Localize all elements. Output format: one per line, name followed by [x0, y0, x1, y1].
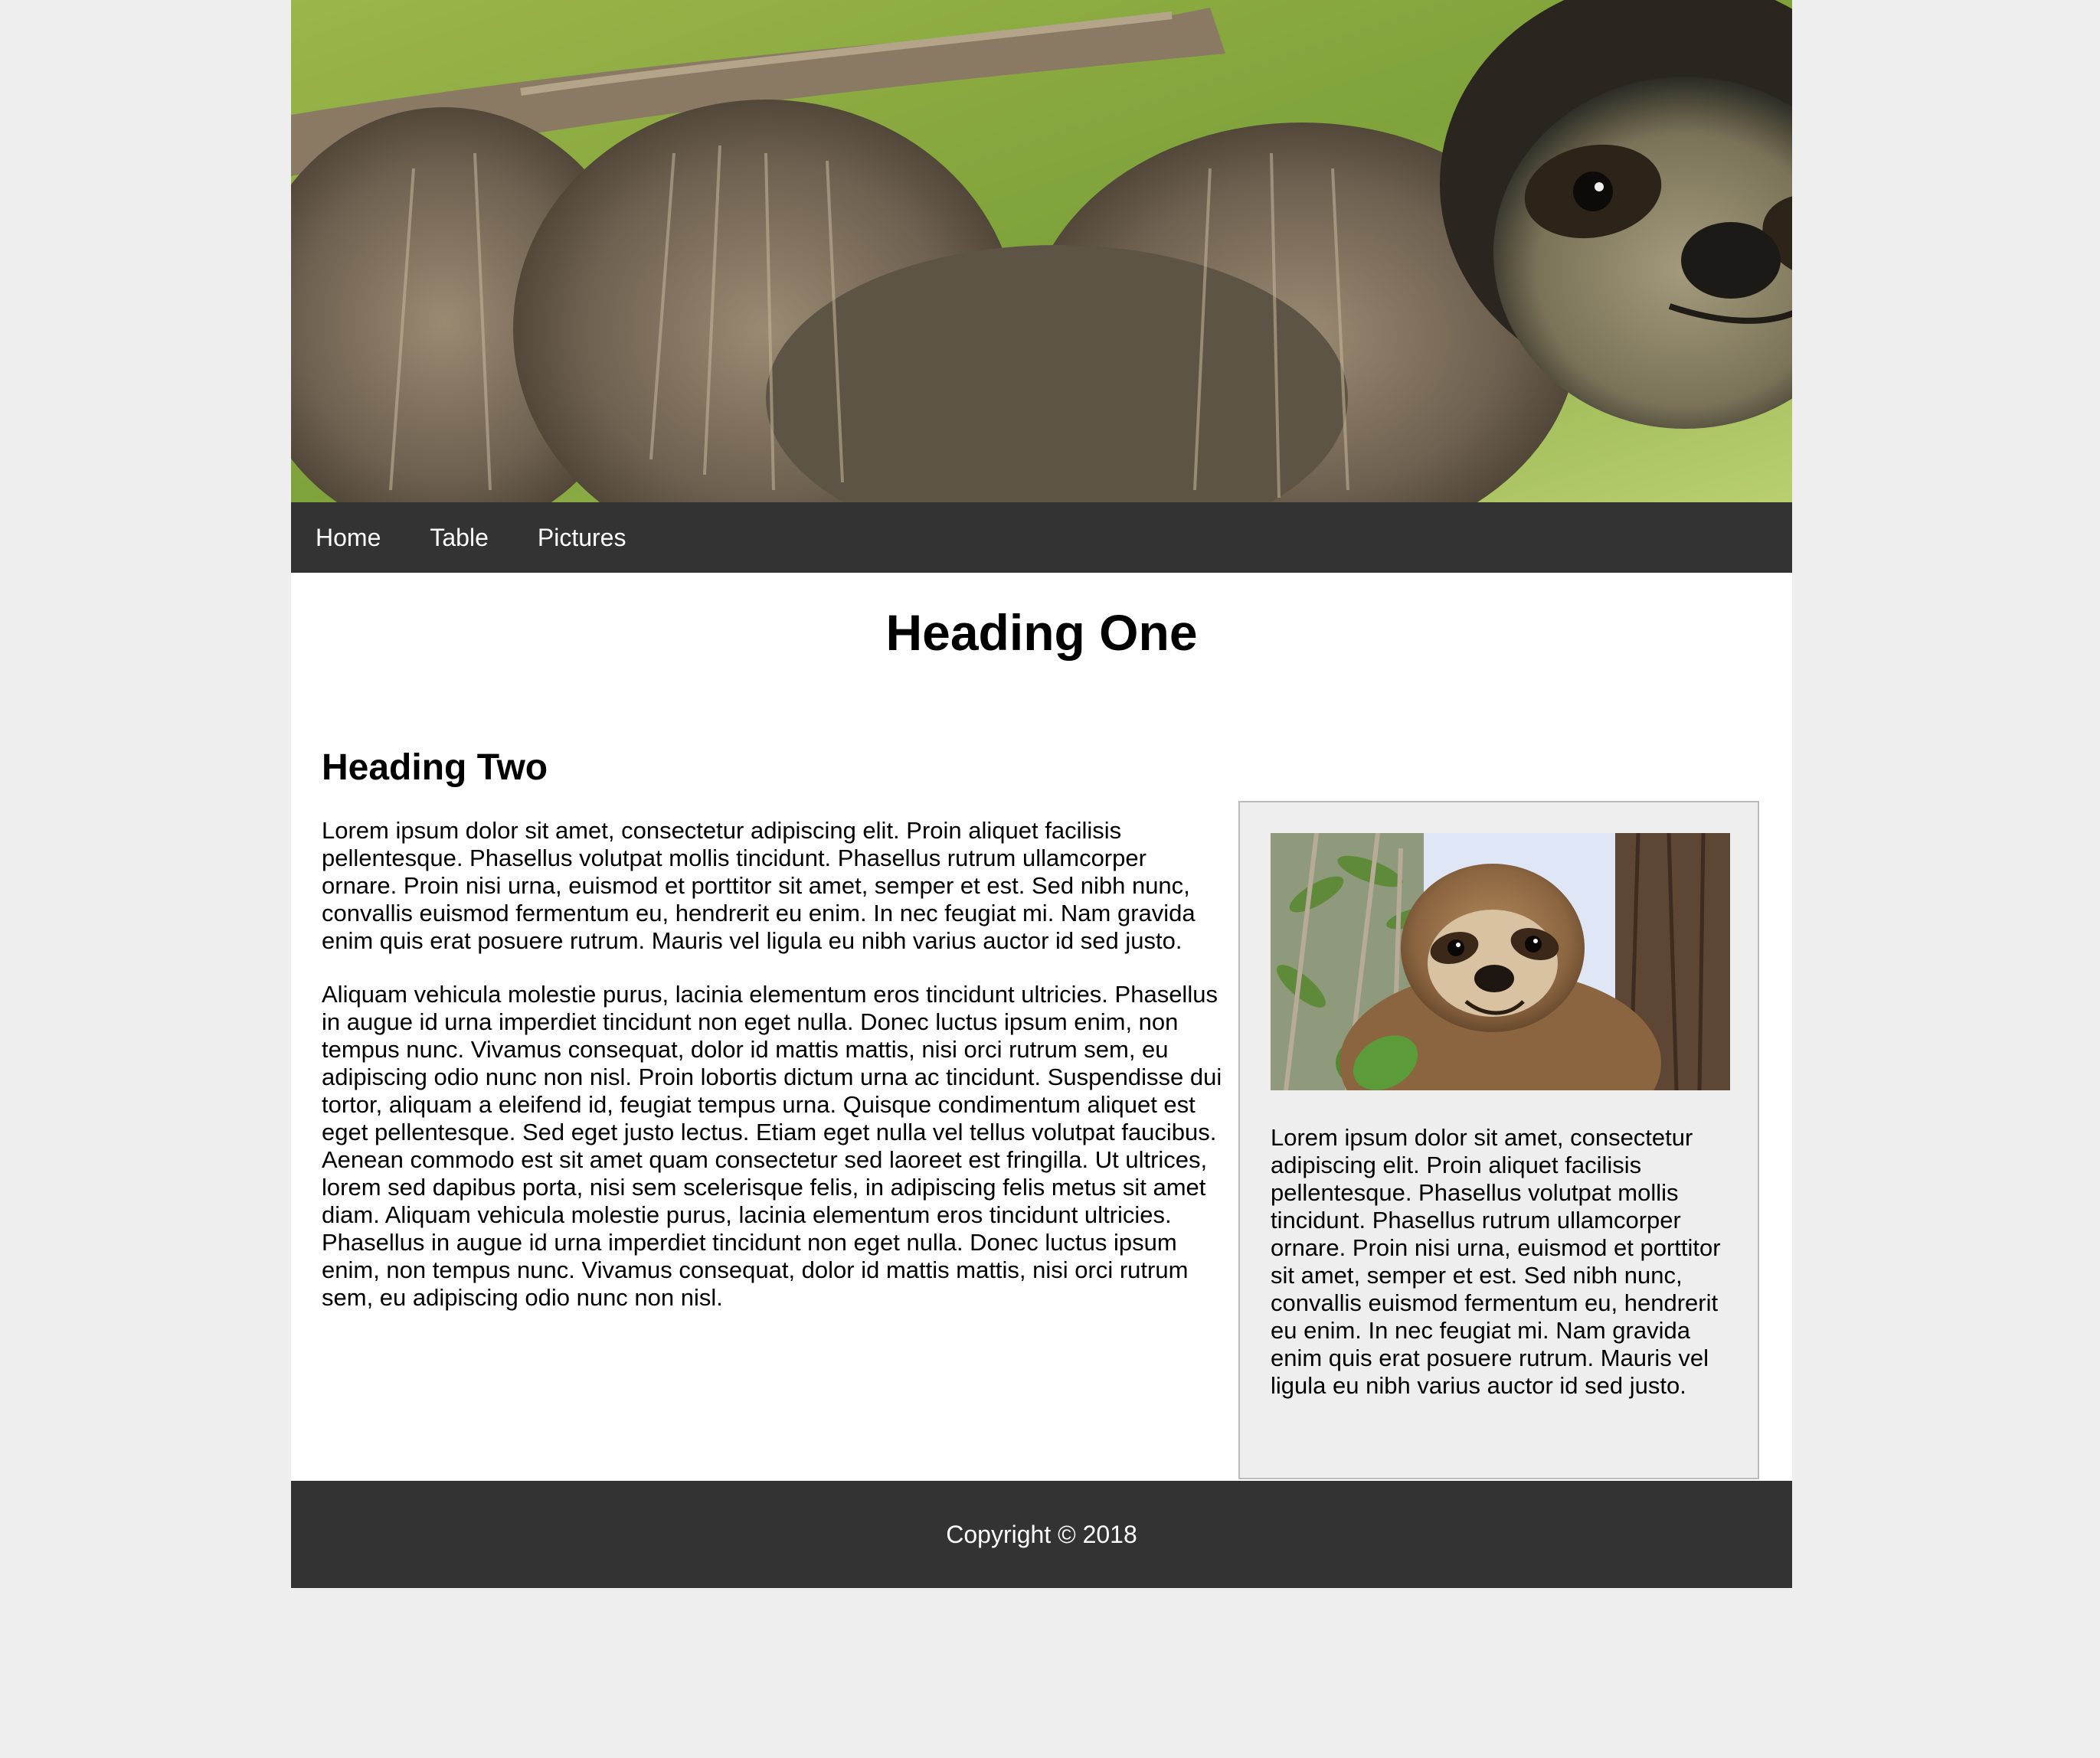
page-footer: Copyright © 2018 [291, 1481, 1792, 1588]
nav-link-home[interactable]: Home [316, 502, 381, 573]
sloth-banner-illustration [291, 0, 1792, 502]
main-navigation: Home Table Pictures [291, 502, 1792, 573]
page-title: Heading One [885, 604, 1198, 661]
page-container: Home Table Pictures Heading One Heading … [291, 0, 1792, 1588]
main-column: Heading Two Lorem ipsum dolor sit amet, … [322, 743, 1225, 1338]
sidebar-sloth-photo [1271, 833, 1730, 1090]
sloth-photo-illustration [1271, 833, 1730, 1090]
sidebar-panel: Lorem ipsum dolor sit amet, consectetur … [1238, 801, 1759, 1479]
nav-link-table[interactable]: Table [430, 502, 489, 573]
nav-link-pictures[interactable]: Pictures [538, 502, 626, 573]
content-area: Heading Two Lorem ipsum dolor sit amet, … [291, 694, 1792, 1481]
section-heading: Heading Two [322, 747, 548, 788]
body-paragraph-2: Aliquam vehicula molestie purus, lacinia… [322, 981, 1222, 1311]
body-paragraph-1: Lorem ipsum dolor sit amet, consectetur … [322, 817, 1196, 954]
header-banner-image [291, 0, 1792, 502]
sidebar-text: Lorem ipsum dolor sit amet, consectetur … [1271, 1124, 1721, 1399]
copyright-text: Copyright © 2018 [946, 1520, 1137, 1548]
